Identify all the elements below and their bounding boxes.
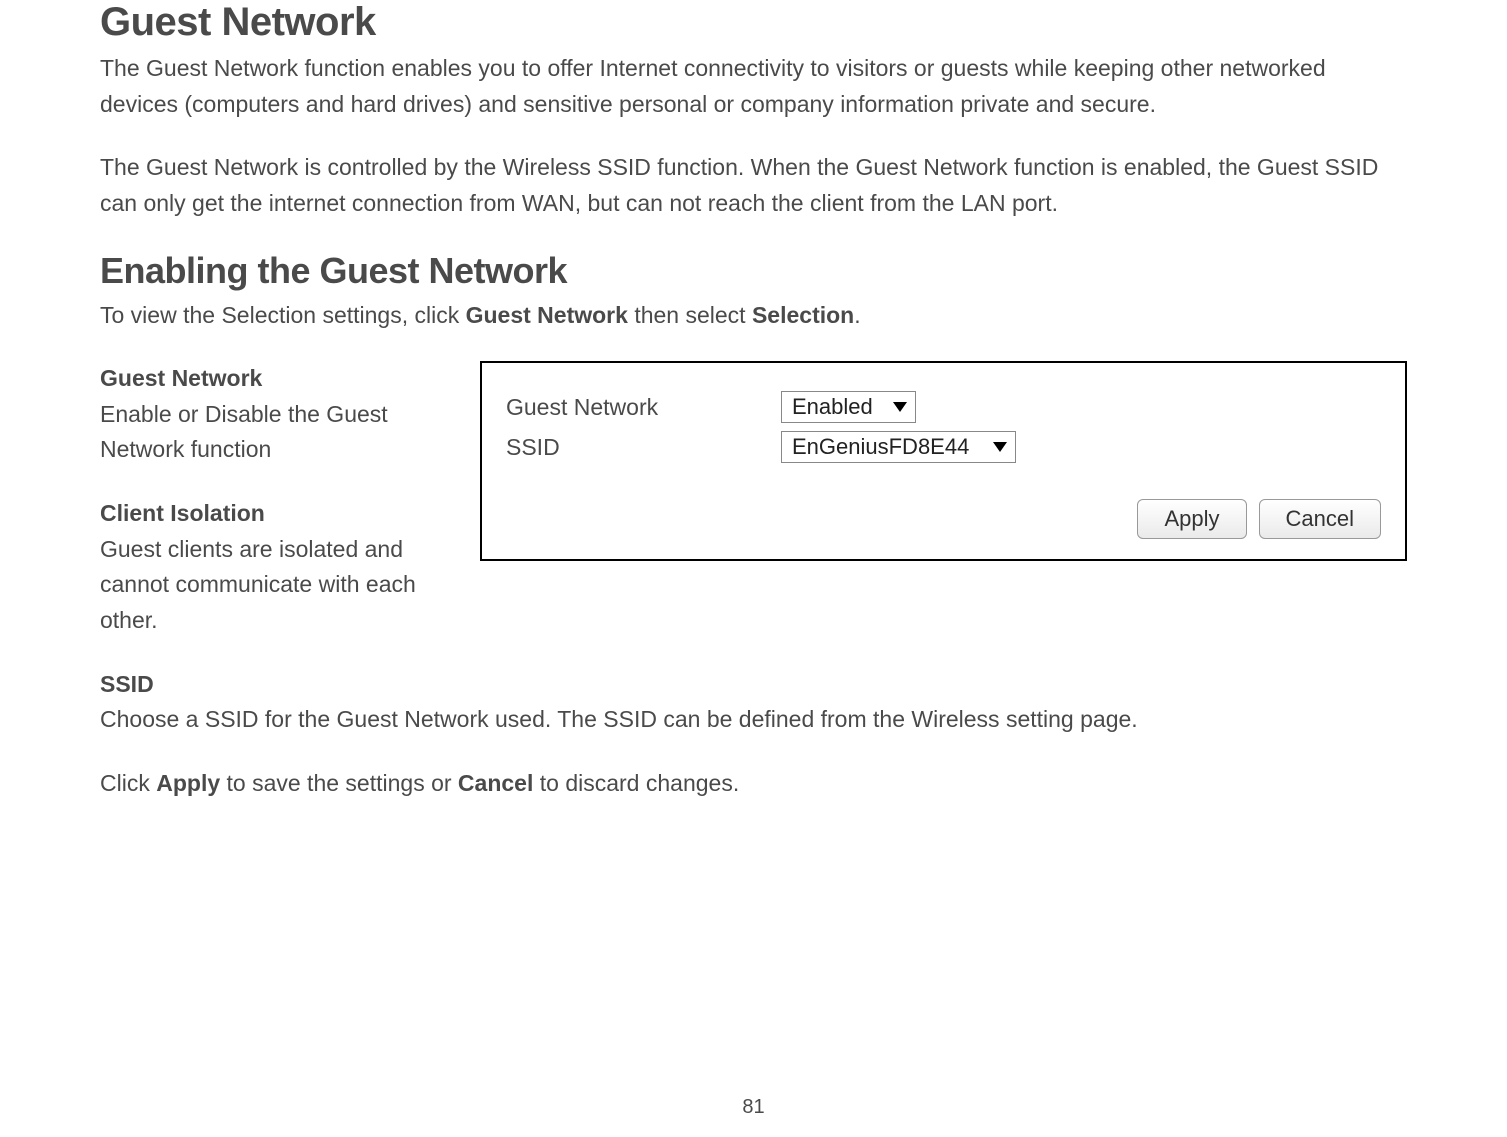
page-number: 81 xyxy=(0,1096,1507,1119)
settings-panel: Guest Network Enabled SSID EnGeniusFD8E4… xyxy=(480,361,1407,561)
chevron-down-icon xyxy=(993,442,1007,452)
settings-row-ssid: SSID EnGeniusFD8E44 xyxy=(506,431,1381,463)
final-mid: to save the settings or xyxy=(220,770,458,796)
def-ssid-title: SSID xyxy=(100,667,1407,703)
def-ssid-body: Choose a SSID for the Guest Network used… xyxy=(100,702,1407,738)
chevron-down-icon xyxy=(893,402,907,412)
settings-row-guest-network: Guest Network Enabled xyxy=(506,391,1381,423)
ssid-label: SSID xyxy=(506,434,781,461)
final-pre: Click xyxy=(100,770,156,796)
subintro-bold-2: Selection xyxy=(752,302,854,328)
guest-network-label: Guest Network xyxy=(506,394,781,421)
page-title: Guest Network xyxy=(100,0,1407,45)
final-bold-1: Apply xyxy=(156,770,220,796)
final-end: to discard changes. xyxy=(533,770,739,796)
apply-button[interactable]: Apply xyxy=(1137,499,1246,539)
def-guest-network-title: Guest Network xyxy=(100,361,450,397)
intro-paragraph-2: The Guest Network is controlled by the W… xyxy=(100,150,1407,221)
def-client-isolation-title: Client Isolation xyxy=(100,496,450,532)
final-bold-2: Cancel xyxy=(458,770,533,796)
def-client-isolation-body: Guest clients are isolated and cannot co… xyxy=(100,532,450,639)
section-subintro: To view the Selection settings, click Gu… xyxy=(100,298,1407,334)
final-instruction: Click Apply to save the settings or Canc… xyxy=(100,766,1407,802)
subintro-mid: then select xyxy=(628,302,752,328)
guest-network-select-value: Enabled xyxy=(792,394,873,420)
def-guest-network-body: Enable or Disable the Guest Network func… xyxy=(100,397,450,468)
subintro-bold-1: Guest Network xyxy=(466,302,628,328)
guest-network-select[interactable]: Enabled xyxy=(781,391,916,423)
intro-paragraph-1: The Guest Network function enables you t… xyxy=(100,51,1407,122)
subintro-end: . xyxy=(854,302,860,328)
section-subtitle: Enabling the Guest Network xyxy=(100,250,1407,292)
ssid-select[interactable]: EnGeniusFD8E44 xyxy=(781,431,1016,463)
cancel-button[interactable]: Cancel xyxy=(1259,499,1381,539)
subintro-pre: To view the Selection settings, click xyxy=(100,302,466,328)
ssid-select-value: EnGeniusFD8E44 xyxy=(792,434,969,460)
